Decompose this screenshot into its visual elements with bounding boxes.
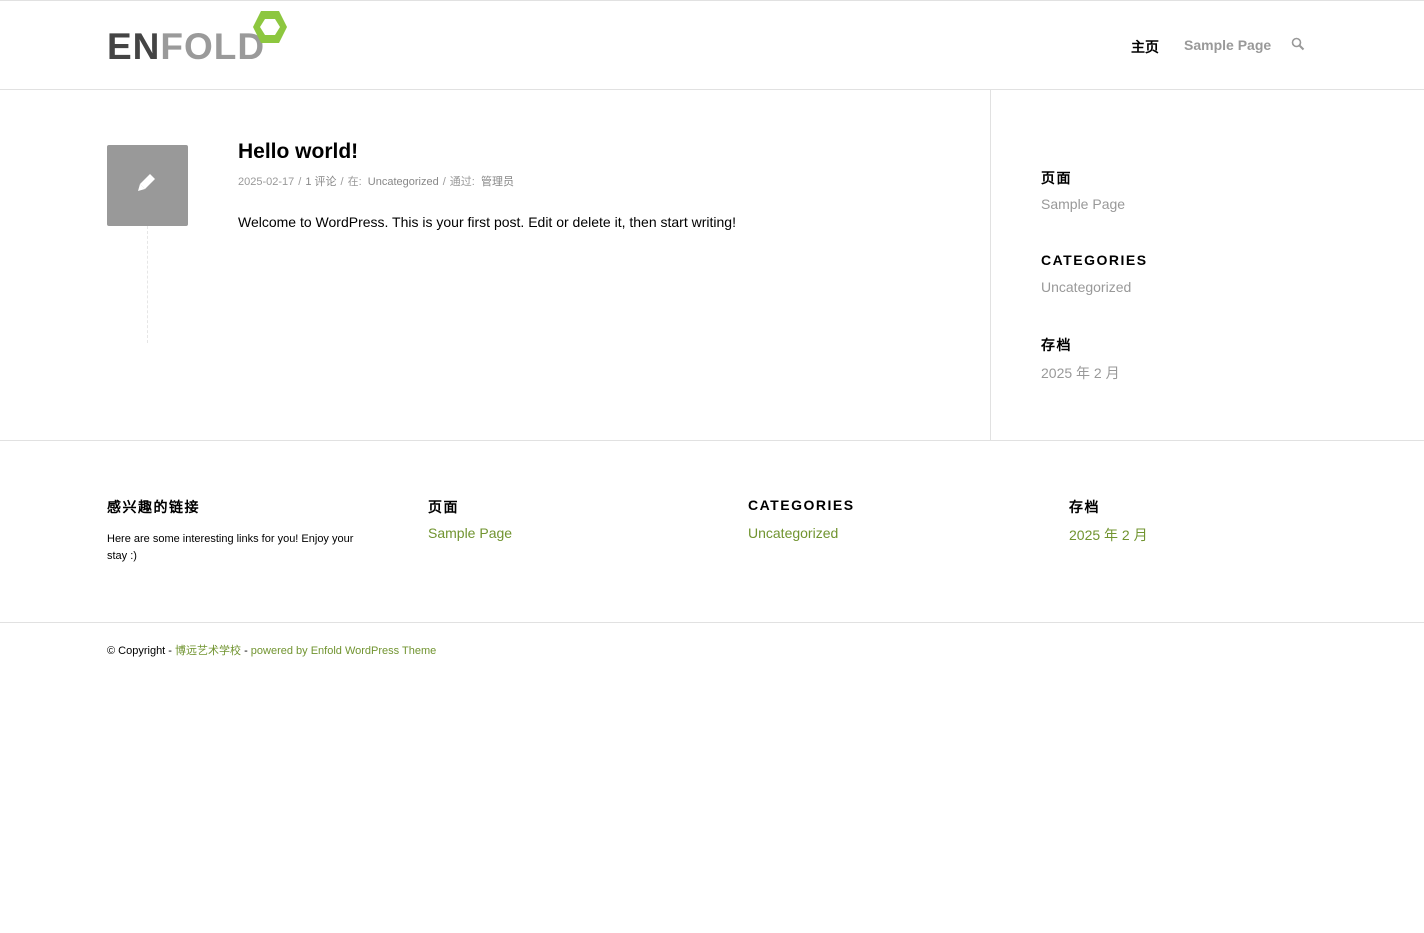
search-icon[interactable] bbox=[1291, 37, 1305, 56]
sidebar-uncategorized-link[interactable]: Uncategorized bbox=[1041, 279, 1131, 295]
main-content: Hello world! 2025-02-17/1 评论 / 在: Uncatego… bbox=[0, 90, 1424, 441]
site-footer: 感兴趣的链接 Here are some interesting links f… bbox=[0, 441, 1424, 623]
sidebar-categories-title: CATEGORIES bbox=[1041, 252, 1148, 268]
nav-item-sample-page[interactable]: Sample Page bbox=[1184, 37, 1271, 53]
post-category-link[interactable]: Uncategorized bbox=[368, 176, 439, 188]
footer-categories-title: CATEGORIES bbox=[748, 497, 855, 513]
post-meta: 2025-02-17/1 评论 / 在: Uncategorized / 通过: 管理员 bbox=[238, 176, 514, 188]
footer-uncategorized-link[interactable]: Uncategorized bbox=[748, 525, 838, 541]
copyright-bar: © Copyright - 博远艺术学校 - powered by Enfold… bbox=[107, 642, 436, 658]
post-comments-link[interactable]: 1 评论 bbox=[305, 176, 336, 188]
sidebar-archives-title: 存档 bbox=[1041, 337, 1072, 353]
copyright-powered-link[interactable]: powered by Enfold WordPress Theme bbox=[251, 645, 436, 657]
copyright-separator: - bbox=[241, 645, 251, 657]
main-nav: 主页 Sample Page bbox=[0, 37, 1424, 57]
post-title[interactable]: Hello world! bbox=[238, 140, 358, 164]
footer-archives-title: 存档 bbox=[1069, 499, 1100, 515]
post-excerpt: Welcome to WordPress. This is your first… bbox=[238, 214, 736, 230]
post-date: 2025-02-17 bbox=[238, 176, 295, 188]
post-category-label: 在: bbox=[347, 176, 362, 188]
footer-sample-page-link[interactable]: Sample Page bbox=[428, 525, 512, 541]
copyright-site-link[interactable]: 博远艺术学校 bbox=[175, 645, 241, 657]
sidebar-pages-title: 页面 bbox=[1041, 170, 1072, 186]
pencil-icon bbox=[138, 174, 155, 191]
footer-links-text: Here are some interesting links for you!… bbox=[107, 533, 354, 562]
sidebar-divider bbox=[990, 90, 991, 440]
footer-links-title: 感兴趣的链接 bbox=[107, 499, 200, 515]
nav-item-home[interactable]: 主页 bbox=[1131, 37, 1159, 57]
footer-archive-link[interactable]: 2025 年 2 月 bbox=[1069, 525, 1148, 545]
post-author-label: 通过: bbox=[449, 176, 475, 188]
sidebar-sample-page-link[interactable]: Sample Page bbox=[1041, 196, 1125, 212]
post-author-link[interactable]: 管理员 bbox=[481, 176, 514, 188]
post-format-icon-box[interactable] bbox=[107, 145, 188, 226]
footer-pages-title: 页面 bbox=[428, 499, 459, 515]
post-timeline-line bbox=[147, 226, 148, 343]
copyright-prefix: © Copyright - bbox=[107, 645, 176, 657]
site-header: ENFOLD 主页 Sample Page bbox=[0, 0, 1424, 90]
sidebar-archive-link[interactable]: 2025 年 2 月 bbox=[1041, 363, 1120, 383]
